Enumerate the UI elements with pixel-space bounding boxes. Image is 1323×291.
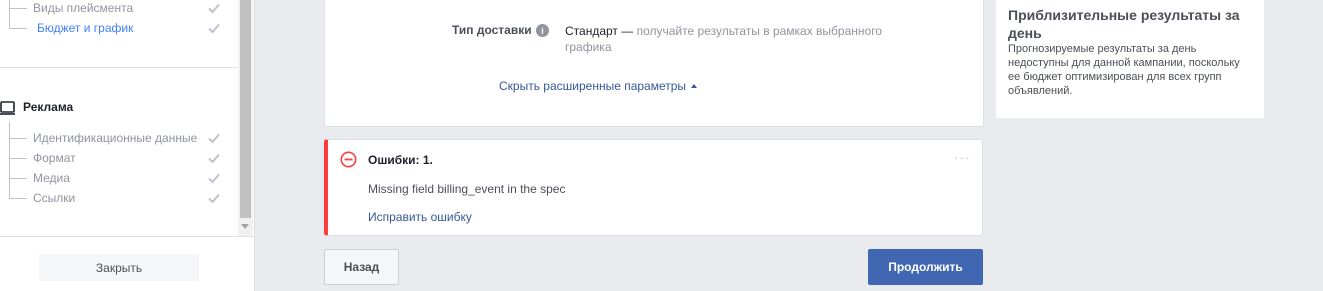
sidebar-item-label: Медиа [33,171,70,185]
section-title: Реклама [23,100,74,114]
error-card: Ошибки: 1. ··· Missing field billing_eve… [324,139,983,236]
sidebar-divider [0,67,238,68]
check-icon [207,151,221,165]
sidebar-scrollbar[interactable] [238,0,253,236]
sidebar-item-links[interactable]: Ссылки [0,188,238,208]
monitor-icon [0,101,16,119]
sidebar-footer-divider [0,236,254,237]
info-icon[interactable]: i [536,24,549,37]
error-message: Missing field billing_event in the spec [368,182,566,196]
estimated-results-panel: Приблизительные результаты за день Прогн… [996,0,1264,118]
sidebar-item-label: Ссылки [33,191,76,205]
error-icon [340,151,357,171]
sidebar-item-identity[interactable]: Идентификационные данные [0,128,238,148]
estimated-results-description: Прогнозируемые результаты за день недост… [1008,43,1240,97]
sidebar-item-media[interactable]: Медиа [0,168,238,188]
more-options-icon[interactable]: ··· [954,150,971,164]
delivery-value-main: Стандарт — [565,24,634,38]
hide-advanced-options-link[interactable]: Скрыть расширенные параметры [499,79,698,93]
close-button[interactable]: Закрыть [39,254,199,281]
left-sidebar: Виды плейсмента Бюджет и график Реклама … [0,0,255,291]
back-button[interactable]: Назад [324,249,399,285]
check-icon [207,131,221,145]
sidebar-item-placements[interactable]: Виды плейсмента [0,0,238,18]
estimated-results-title: Приблизительные результаты за день [1008,7,1240,41]
sidebar-scroll-area: Виды плейсмента Бюджет и график Реклама … [0,0,238,236]
caret-up-icon [691,84,698,88]
sidebar-item-label: Идентификационные данные [33,131,198,145]
sidebar-item-label: Виды плейсмента [33,1,134,15]
check-icon [207,191,221,205]
delivery-settings-card: Тип доставки i Стандарт — получайте резу… [324,0,984,127]
hide-advanced-label: Скрыть расширенные параметры [499,79,687,93]
sidebar-item-label: Формат [33,151,76,165]
sidebar-item-format[interactable]: Формат [0,148,238,168]
delivery-type-label: Тип доставки [452,23,532,37]
error-title: Ошибки: 1. [368,153,433,167]
sidebar-section-ads[interactable]: Реклама [0,98,238,118]
check-icon [207,171,221,185]
check-icon [207,1,221,15]
sidebar-item-label: Бюджет и график [37,21,134,35]
continue-button[interactable]: Продолжить [868,249,983,285]
scrollbar-thumb[interactable] [240,0,251,218]
scroll-down-arrow-icon[interactable] [241,224,249,229]
sidebar-item-budget-schedule[interactable]: Бюджет и график [0,18,238,38]
delivery-type-value: Стандарт — получайте результаты в рамках… [565,23,925,55]
check-icon [207,21,221,35]
fix-error-link[interactable]: Исправить ошибку [368,210,472,224]
